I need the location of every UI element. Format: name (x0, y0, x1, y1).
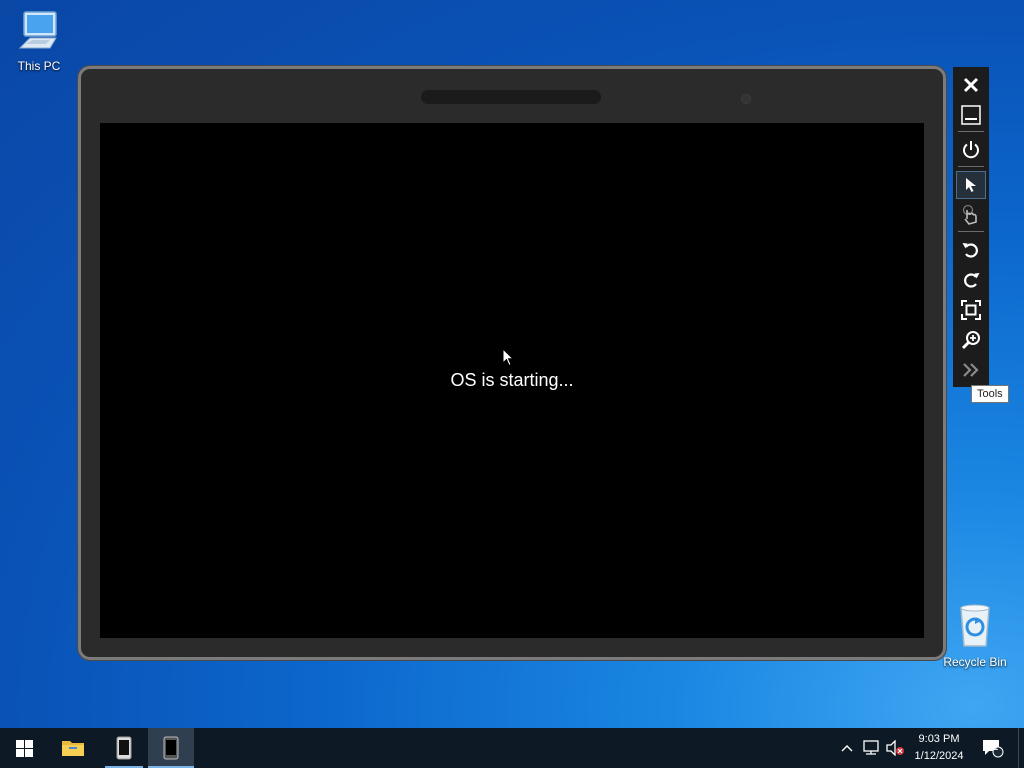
action-center-button[interactable]: 1 (980, 728, 1006, 768)
mouse-cursor-icon (502, 348, 514, 367)
start-button[interactable] (0, 728, 48, 768)
recycle-bin-icon (960, 604, 990, 647)
clock-date: 1/12/2024 (914, 750, 964, 762)
minimize-button[interactable] (956, 101, 986, 129)
tools-button[interactable] (956, 356, 986, 384)
emulator-toolbar (953, 67, 989, 387)
tools-chevron-icon (963, 363, 979, 377)
rotate-right-icon (964, 273, 980, 288)
rotate-left-icon (962, 243, 978, 258)
taskbar-clock[interactable]: 9:03 PM 1/12/2024 (905, 731, 973, 765)
emulator-device-frame: OS is starting... (78, 66, 946, 660)
computer-icon (18, 11, 57, 49)
pointer-mode-button[interactable] (956, 171, 986, 199)
windows-logo-icon (15, 739, 33, 757)
network-icon (863, 740, 879, 755)
desktop-icon-label: This PC (17, 59, 61, 73)
taskbar-device-app[interactable] (101, 728, 147, 768)
touch-icon (962, 204, 977, 225)
fit-screen-icon (961, 300, 981, 320)
toolbar-separator (958, 166, 984, 167)
notification-count-badge: 1 (993, 742, 999, 753)
volume-tray-button[interactable] (884, 728, 906, 768)
taskbar-emulator-app[interactable] (148, 728, 194, 768)
desktop-icon-this-pc[interactable]: This PC (4, 8, 74, 73)
rotate-right-button[interactable] (956, 266, 986, 294)
taskbar-file-explorer[interactable] (50, 728, 96, 768)
fit-to-screen-button[interactable] (956, 296, 986, 324)
volume-muted-icon (886, 740, 904, 756)
rotate-left-button[interactable] (956, 236, 986, 264)
tools-tooltip: Tools (971, 385, 1009, 403)
phone-device-icon (116, 736, 132, 760)
zoom-icon (961, 331, 980, 350)
emulator-device-icon (163, 736, 179, 760)
emulator-screen[interactable]: OS is starting... (100, 123, 924, 638)
zoom-button[interactable] (956, 326, 986, 354)
power-button[interactable] (956, 136, 986, 164)
minimize-icon (961, 105, 981, 125)
show-desktop-button[interactable] (1018, 728, 1024, 768)
show-hidden-icons-button[interactable] (838, 728, 856, 768)
desktop-icon-label: Recycle Bin (943, 655, 1007, 669)
pointer-icon (966, 178, 976, 192)
toolbar-separator (958, 131, 984, 132)
toolbar-separator (958, 231, 984, 232)
network-tray-button[interactable] (860, 728, 882, 768)
boot-status-text: OS is starting... (450, 370, 574, 390)
close-icon (963, 77, 979, 93)
close-button[interactable] (956, 71, 986, 99)
taskbar: 9:03 PM 1/12/2024 1 (0, 728, 1024, 768)
touch-mode-button[interactable] (956, 201, 986, 229)
folder-icon (62, 741, 84, 756)
desktop-icon-recycle-bin[interactable]: Recycle Bin (940, 600, 1010, 669)
chevron-up-icon (841, 745, 853, 752)
device-speaker-notch (421, 90, 601, 104)
clock-time: 9:03 PM (918, 733, 960, 745)
power-icon (963, 141, 979, 159)
device-camera (742, 95, 750, 103)
